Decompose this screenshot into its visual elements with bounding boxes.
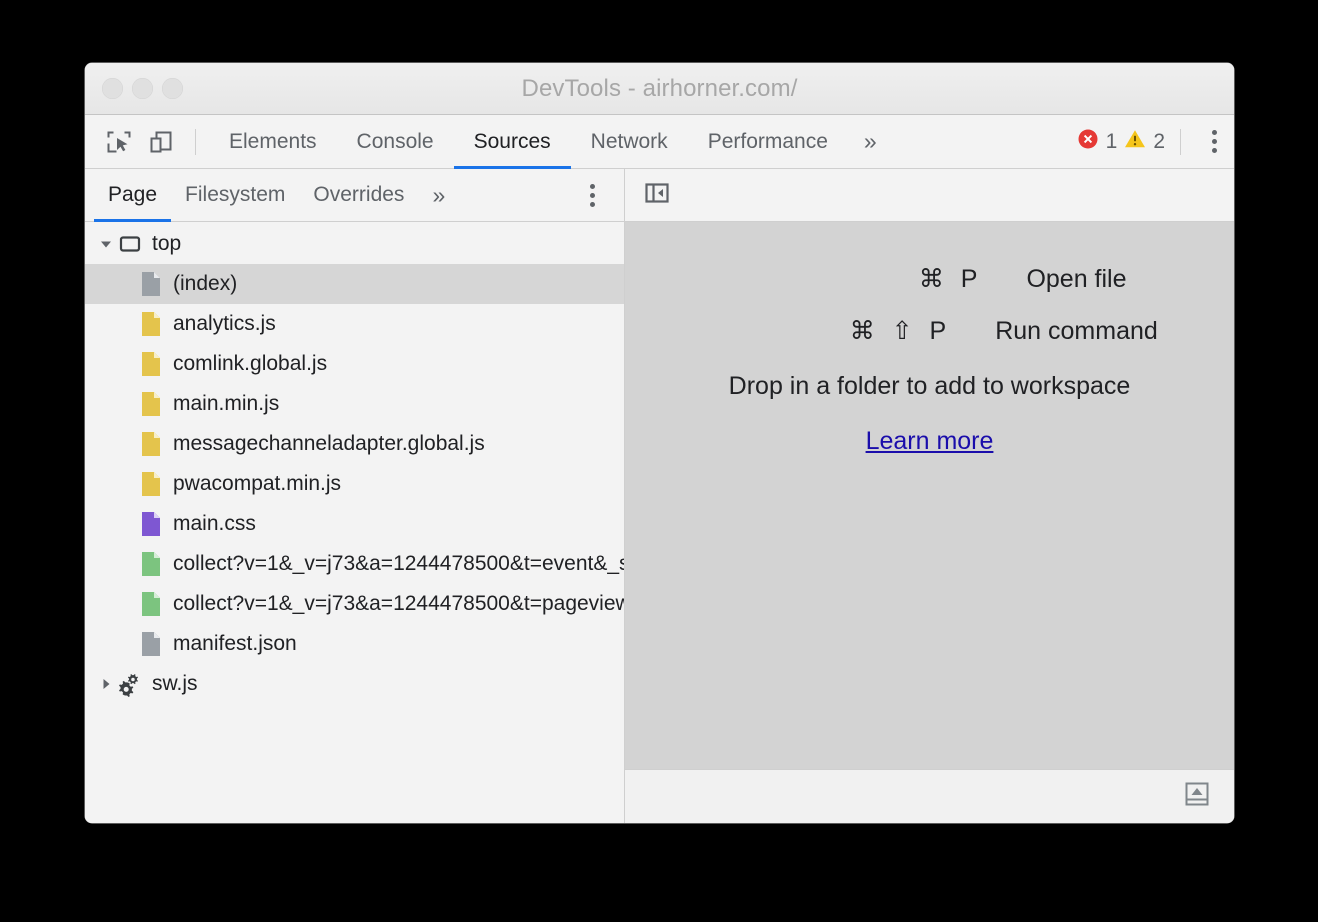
tree-item-manifest-json[interactable]: manifest.json bbox=[85, 624, 624, 664]
warning-count: 2 bbox=[1153, 130, 1165, 154]
panel-split: Page Filesystem Overrides » bbox=[85, 169, 1234, 823]
editor-empty-state: ⌘ P Open file ⌘ ⇧ P Run command Drop in … bbox=[625, 222, 1234, 769]
main-menu-icon[interactable] bbox=[1194, 121, 1234, 163]
tree-item-sw-js[interactable]: sw.js bbox=[85, 664, 624, 704]
shortcut-keys: ⌘ ⇧ P bbox=[701, 316, 995, 346]
js-file-icon bbox=[138, 351, 164, 377]
tab-console[interactable]: Console bbox=[337, 115, 454, 169]
navigator-menu-icon[interactable] bbox=[572, 174, 612, 216]
tree-item-frame-top[interactable]: top bbox=[85, 224, 624, 264]
tree-item-label: main.css bbox=[173, 512, 256, 536]
subtab-filesystem[interactable]: Filesystem bbox=[171, 169, 299, 222]
js-file-icon bbox=[138, 391, 164, 417]
tree-item-label: analytics.js bbox=[173, 312, 276, 336]
tree-item-label: sw.js bbox=[152, 672, 198, 696]
tree-item-label: manifest.json bbox=[173, 632, 297, 656]
collapse-sidebar-icon[interactable] bbox=[643, 179, 671, 212]
tree-item-label: main.min.js bbox=[173, 392, 279, 416]
editor-toolbar bbox=[625, 169, 1234, 222]
shortcut-keys: ⌘ P bbox=[732, 264, 1026, 294]
xhr-file-icon bbox=[138, 551, 164, 577]
window-titlebar: DevTools - airhorner.com/ bbox=[85, 63, 1234, 115]
expand-triangle-right-icon[interactable] bbox=[95, 677, 117, 691]
js-file-icon bbox=[138, 311, 164, 337]
tree-item-label: collect?v=1&_v=j73&a=1244478500&t=pagevi… bbox=[173, 592, 624, 616]
subtab-overrides[interactable]: Overrides bbox=[299, 169, 418, 222]
tree-item-main-min-js[interactable]: main.min.js bbox=[85, 384, 624, 424]
window-title: DevTools - airhorner.com/ bbox=[85, 75, 1234, 103]
tree-item-collect-event[interactable]: collect?v=1&_v=j73&a=1244478500&t=event&… bbox=[85, 544, 624, 584]
show-drawer-icon[interactable] bbox=[1182, 779, 1212, 814]
js-file-icon bbox=[138, 471, 164, 497]
css-file-icon bbox=[138, 511, 164, 537]
tab-sources[interactable]: Sources bbox=[454, 115, 571, 169]
learn-more-link[interactable]: Learn more bbox=[866, 427, 994, 455]
shortcut-open-file: ⌘ P Open file bbox=[701, 264, 1158, 294]
tree-item-label: pwacompat.min.js bbox=[173, 472, 341, 496]
device-toolbar-icon[interactable] bbox=[140, 121, 182, 163]
inspect-element-icon[interactable] bbox=[98, 121, 140, 163]
navigator-tabbar: Page Filesystem Overrides » bbox=[85, 169, 624, 222]
editor-panel: ⌘ P Open file ⌘ ⇧ P Run command Drop in … bbox=[625, 169, 1234, 823]
subtab-page[interactable]: Page bbox=[94, 169, 171, 222]
tab-elements[interactable]: Elements bbox=[209, 115, 337, 169]
js-file-icon bbox=[138, 431, 164, 457]
tree-item-label: (index) bbox=[173, 272, 237, 296]
service-worker-icon bbox=[117, 670, 143, 698]
tree-item-label: messagechanneladapter.global.js bbox=[173, 432, 485, 456]
document-icon bbox=[138, 271, 164, 297]
toolbar-divider bbox=[195, 129, 196, 155]
tree-item-pwacompat-min-js[interactable]: pwacompat.min.js bbox=[85, 464, 624, 504]
shortcut-description: Run command bbox=[995, 317, 1158, 346]
frame-icon bbox=[117, 232, 143, 256]
file-tree: top (index) bbox=[85, 222, 624, 823]
tree-item-label: top bbox=[152, 232, 181, 256]
tree-item-collect-pageview[interactable]: collect?v=1&_v=j73&a=1244478500&t=pagevi… bbox=[85, 584, 624, 624]
tree-item-label: comlink.global.js bbox=[173, 352, 327, 376]
shortcut-run-command: ⌘ ⇧ P Run command bbox=[701, 316, 1158, 346]
navigator-more-tabs-icon[interactable]: » bbox=[418, 169, 459, 222]
issue-counters[interactable]: 1 2 bbox=[1077, 128, 1167, 156]
xhr-file-icon bbox=[138, 591, 164, 617]
warning-icon[interactable] bbox=[1124, 128, 1146, 156]
error-icon[interactable] bbox=[1077, 128, 1099, 156]
tree-item-label: collect?v=1&_v=j73&a=1244478500&t=event&… bbox=[173, 552, 624, 576]
learn-more-container: Learn more bbox=[701, 427, 1158, 456]
drop-folder-hint: Drop in a folder to add to workspace bbox=[701, 372, 1158, 401]
tab-network[interactable]: Network bbox=[571, 115, 688, 169]
tab-performance[interactable]: Performance bbox=[688, 115, 848, 169]
expand-triangle-down-icon[interactable] bbox=[95, 237, 117, 251]
tree-item-analytics-js[interactable]: analytics.js bbox=[85, 304, 624, 344]
tree-item-messagechanneladapter-global-js[interactable]: messagechanneladapter.global.js bbox=[85, 424, 624, 464]
toolbar-divider-right bbox=[1180, 129, 1181, 155]
devtools-window: DevTools - airhorner.com/ Elements Conso… bbox=[85, 63, 1234, 823]
more-tabs-icon[interactable]: » bbox=[848, 115, 893, 169]
tree-item-main-css[interactable]: main.css bbox=[85, 504, 624, 544]
document-icon bbox=[138, 631, 164, 657]
tree-item-index[interactable]: (index) bbox=[85, 264, 624, 304]
main-toolbar: Elements Console Sources Network Perform… bbox=[85, 115, 1234, 169]
shortcut-description: Open file bbox=[1026, 265, 1126, 294]
tree-item-comlink-global-js[interactable]: comlink.global.js bbox=[85, 344, 624, 384]
error-count: 1 bbox=[1106, 130, 1118, 154]
navigator-panel: Page Filesystem Overrides » bbox=[85, 169, 625, 823]
shortcut-hints: ⌘ P Open file ⌘ ⇧ P Run command Drop in … bbox=[701, 264, 1158, 456]
editor-statusbar bbox=[625, 769, 1234, 823]
